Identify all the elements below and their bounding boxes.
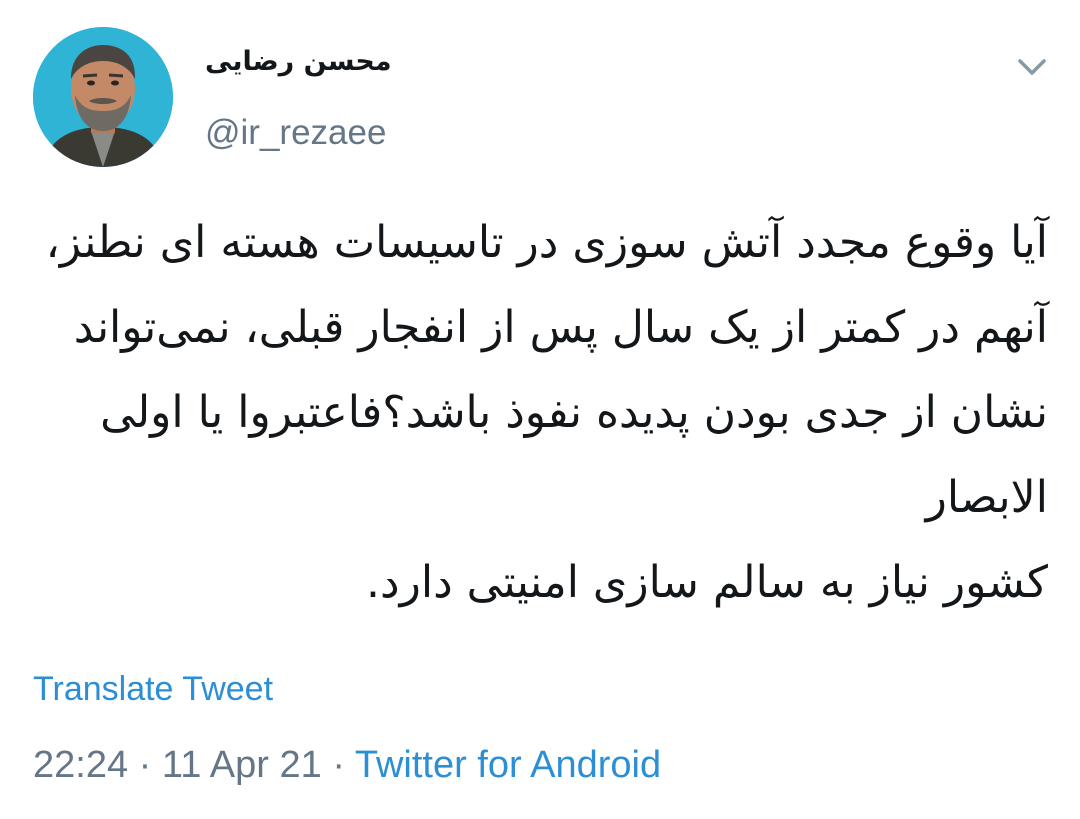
- tweet-menu-button[interactable]: [1012, 50, 1052, 84]
- tweet-card: محسن رضایی @ir_rezaee آیا وقوع مجدد آتش …: [0, 0, 1080, 819]
- author-display-name-text[interactable]: محسن رضایی: [205, 42, 392, 82]
- author-handle[interactable]: @ir_rezaee: [205, 111, 386, 155]
- meta-separator: ·: [138, 744, 152, 786]
- tweet-source-link[interactable]: Twitter for Android: [355, 744, 661, 786]
- tweet-time: 22:24: [33, 744, 129, 786]
- chevron-down-icon: [1018, 59, 1046, 75]
- avatar-portrait: [33, 27, 173, 167]
- translate-tweet-link[interactable]: Translate Tweet: [33, 667, 273, 711]
- author-display-name[interactable]: محسن رضایی: [205, 42, 425, 82]
- tweet-metadata: 22:24 · 11 Apr 21 · Twitter for Android: [33, 740, 661, 790]
- meta-separator: ·: [332, 744, 345, 786]
- tweet-text: آیا وقوع مجدد آتش سوزی در تاسیسات هسته ا…: [45, 217, 1048, 608]
- tweet-date: 11 Apr 21: [161, 744, 322, 786]
- avatar[interactable]: [33, 27, 173, 167]
